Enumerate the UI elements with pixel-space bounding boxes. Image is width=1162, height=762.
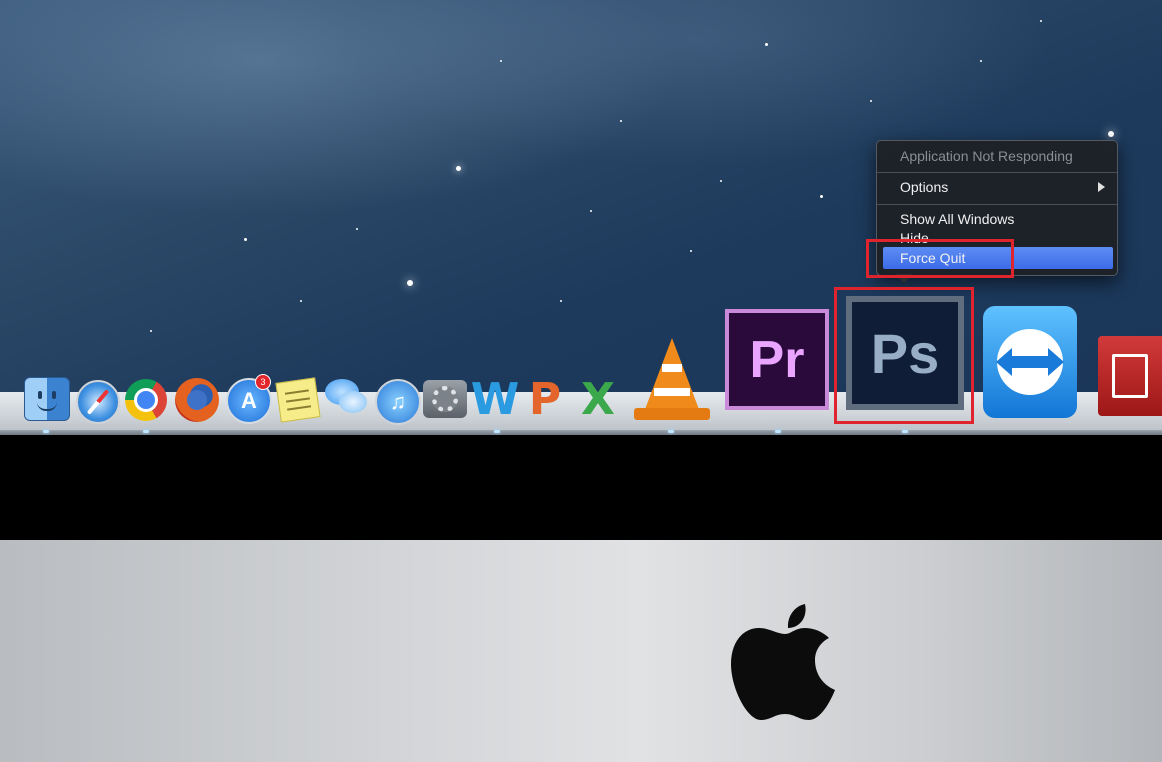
finder-icon[interactable] [24,377,70,421]
apple-logo-icon [731,604,835,720]
running-indicator [43,430,49,433]
submenu-arrow-icon [1098,182,1105,192]
monitor-chin [0,540,1162,762]
vlc-icon[interactable] [632,336,712,422]
teamviewer-icon[interactable] [983,306,1077,418]
messages-icon[interactable] [325,379,367,417]
itunes-icon[interactable]: ♫ [375,379,421,425]
force-quit-highlight-box [866,239,1014,278]
stickies-icon[interactable] [275,377,321,423]
word-icon[interactable]: W [471,374,520,425]
menu-item-options[interactable]: Options [877,176,1117,198]
menu-separator [877,172,1117,173]
excel-icon[interactable]: X [576,374,620,425]
menu-separator [877,204,1117,205]
itunes-glyph: ♫ [389,389,407,414]
system-preferences-icon[interactable] [423,380,467,418]
running-indicator [902,430,908,433]
powerpoint-icon[interactable]: P [525,374,565,425]
menu-header-not-responding: Application Not Responding [900,148,1073,164]
firefox-icon[interactable] [175,378,219,422]
monitor-bezel [0,435,1162,540]
safari-icon[interactable] [76,380,120,424]
chrome-icon[interactable] [125,379,167,421]
photoshop-highlight-box [834,287,974,424]
app-store-glyph: A [241,388,257,413]
running-indicator [775,430,781,433]
acrobat-icon[interactable] [1098,336,1162,416]
running-indicator [143,430,149,433]
running-indicator [494,430,500,433]
running-indicator [668,430,674,433]
premiere-icon[interactable]: Pr [725,309,829,410]
app-store-badge: 3 [255,374,271,390]
